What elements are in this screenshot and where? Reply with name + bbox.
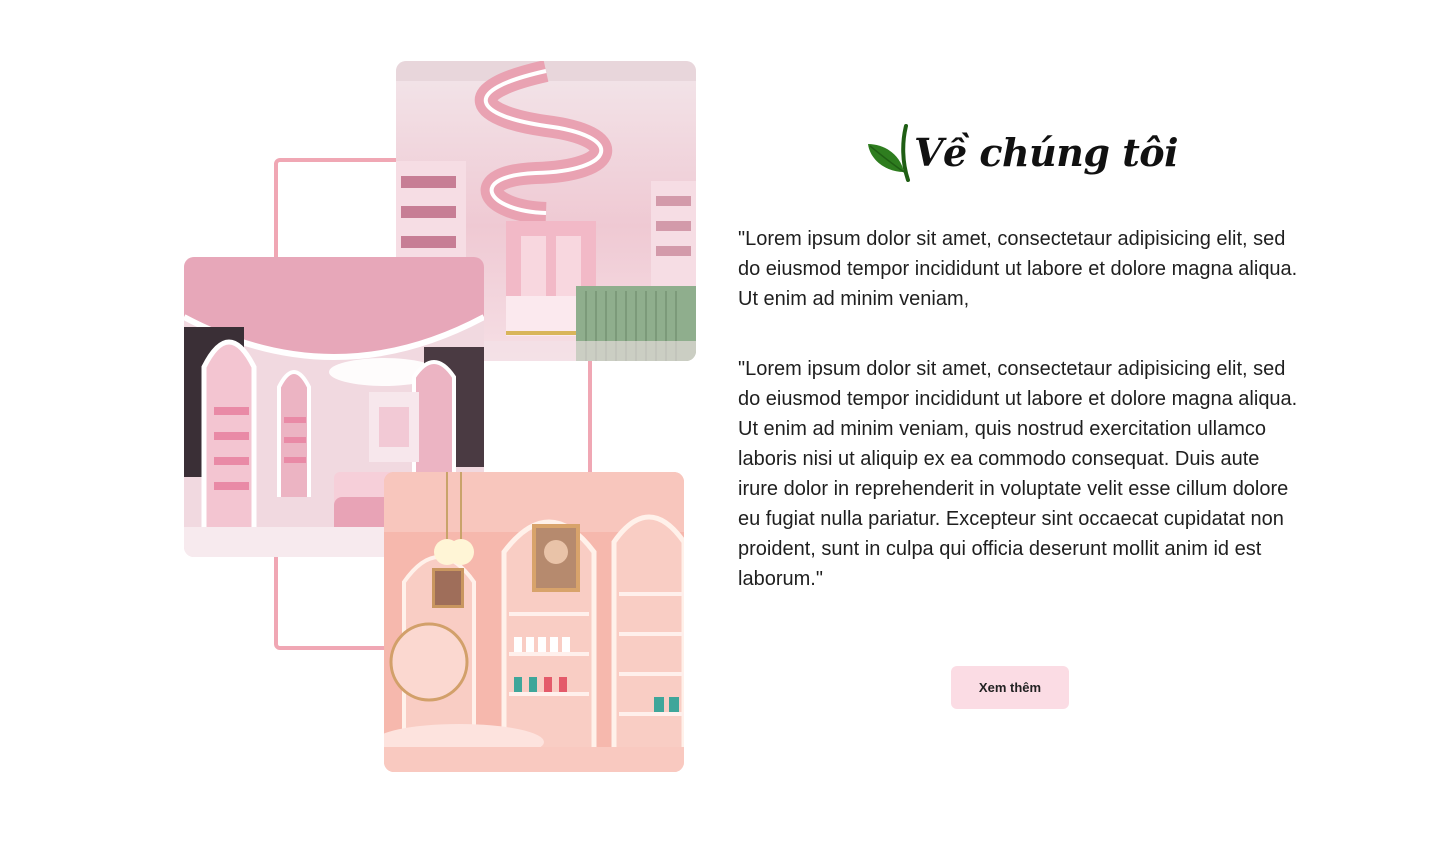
- section-heading: Về chúng tôi: [866, 112, 1179, 192]
- store-interior-shelves-photo: [384, 472, 684, 772]
- read-more-button[interactable]: Xem thêm: [951, 666, 1069, 709]
- photo-collage: [0, 0, 720, 841]
- intro-paragraph: "Lorem ipsum dolor sit amet, consectetau…: [738, 228, 1298, 310]
- section-title: Về chúng tôi: [914, 129, 1179, 175]
- leaf-icon: [868, 124, 910, 182]
- detail-paragraph: "Lorem ipsum dolor sit amet, consectetau…: [738, 358, 1298, 590]
